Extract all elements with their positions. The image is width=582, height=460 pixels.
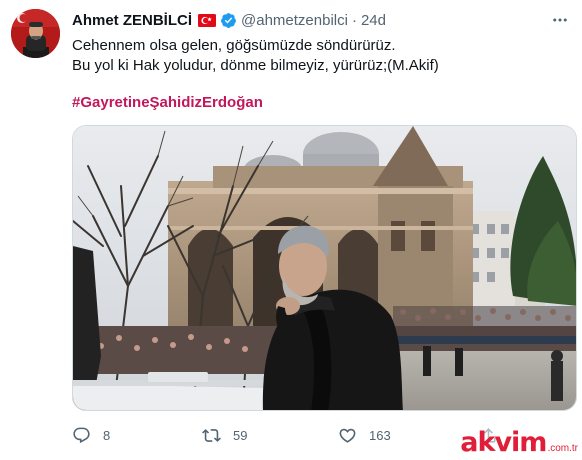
turkey-flag-icon (198, 13, 216, 27)
like-count: 163 (369, 427, 391, 443)
tweet-photo[interactable] (72, 125, 577, 411)
tweet-text-line: Bu yol ki Hak yoludur, dönme bilmeyiz, y… (72, 57, 439, 74)
reply-button[interactable]: 8 (72, 420, 110, 450)
watermark-brand: akvim (460, 426, 547, 458)
watermark-suffix: .com.tr (547, 443, 578, 454)
hashtag-link[interactable]: #GayretineŞahidizErdoğan (72, 93, 263, 113)
more-dots-icon[interactable] (550, 10, 570, 30)
tweet-text-line: Cehennem olsa gelen, göğsümüzde söndürür… (72, 37, 396, 54)
site-watermark: akvim .com.tr (458, 426, 580, 458)
retweet-button[interactable]: 59 (202, 420, 247, 450)
display-name[interactable]: Ahmet ZENBİLCİ (72, 12, 192, 29)
author-handle[interactable]: @ahmetzenbilci (241, 12, 348, 29)
tweet-age[interactable]: 24d (361, 12, 386, 29)
verified-badge-icon (220, 12, 237, 29)
like-button[interactable]: 163 (338, 420, 391, 450)
retweet-count: 59 (233, 427, 248, 443)
reply-icon (73, 427, 90, 443)
tweet-card[interactable]: Ahmet ZENBİLCİ @ahmetzenbilci · 24d Cehe… (0, 0, 582, 460)
tweet-text: Cehennem olsa gelen, göğsümüzde söndürür… (72, 36, 572, 76)
tweet-header: Ahmet ZENBİLCİ @ahmetzenbilci · 24d (72, 10, 386, 30)
avatar[interactable] (11, 9, 60, 58)
retweet-icon (202, 428, 221, 442)
heart-icon (339, 428, 356, 443)
reply-count: 8 (103, 427, 111, 443)
header-separator: · (351, 11, 357, 29)
